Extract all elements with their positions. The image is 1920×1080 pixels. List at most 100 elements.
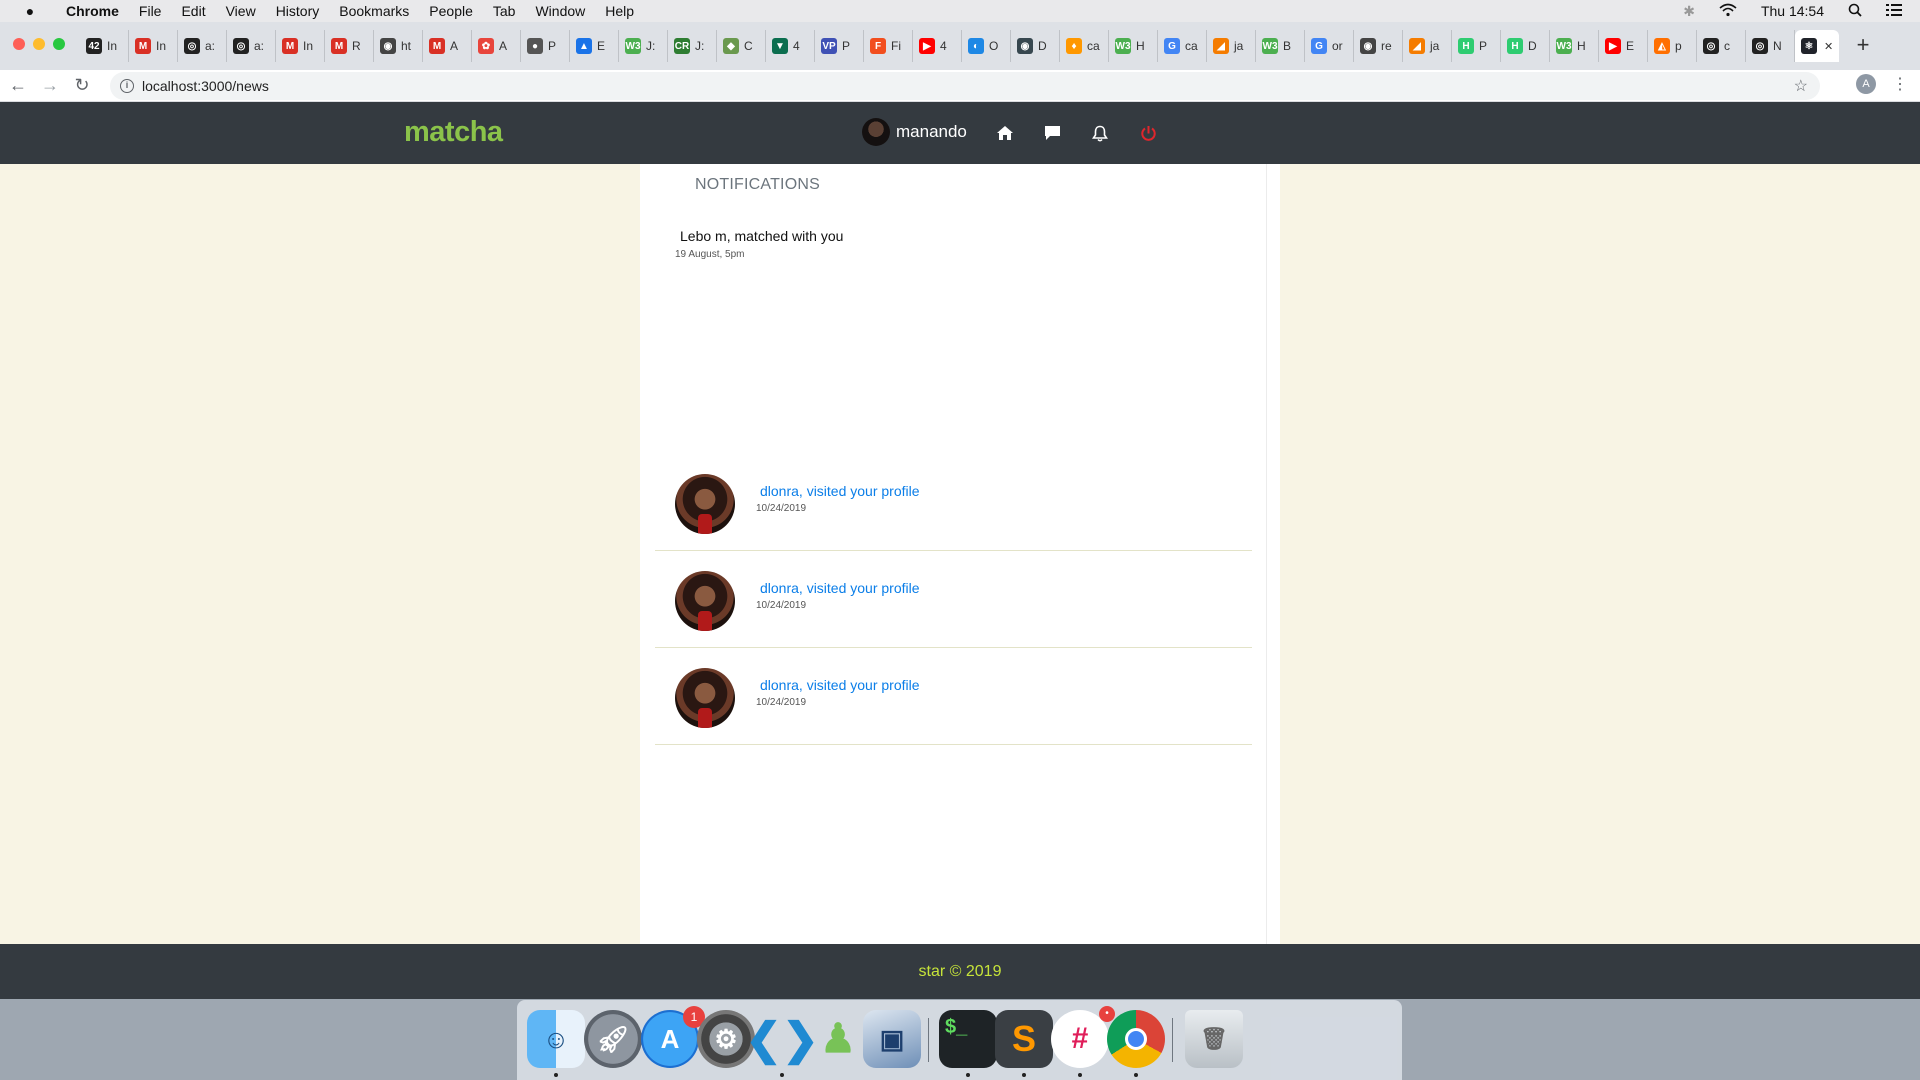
trash-icon[interactable]: 🗑︎ [1185,1010,1243,1068]
terminal-icon[interactable]: $_ [939,1010,997,1077]
power-icon[interactable] [1136,121,1160,145]
new-tab-button[interactable]: + [1848,30,1878,60]
browser-tab[interactable]: M In [129,30,178,62]
menu-bookmarks[interactable]: Bookmarks [339,3,409,19]
visitor-avatar[interactable] [675,668,735,728]
chat-icon[interactable] [1040,121,1064,145]
wifi-icon[interactable] [1719,3,1737,20]
menu-help[interactable]: Help [605,3,634,19]
bell-icon[interactable] [1088,121,1112,145]
spotlight-search-icon[interactable] [1848,3,1862,20]
home-icon[interactable] [993,121,1017,145]
browser-tab[interactable]: ▲ E [570,30,619,62]
visit-notification-link[interactable]: dlonra, visited your profile [760,677,920,693]
bluetooth-icon[interactable]: ✱ [1683,3,1695,20]
tab-favicon-icon: ✿ [478,38,494,54]
browser-tab[interactable]: ◐ O [962,30,1011,62]
tab-title: A [450,39,459,53]
visitor-avatar[interactable] [675,571,735,631]
browser-tab[interactable]: ◭ p [1648,30,1697,62]
site-info-icon[interactable]: i [120,79,134,93]
menu-window[interactable]: Window [535,3,585,19]
browser-tab[interactable]: ◉ ht [374,30,423,62]
visit-notification-link[interactable]: dlonra, visited your profile [760,483,920,499]
menu-edit[interactable]: Edit [181,3,205,19]
running-indicator [966,1073,970,1077]
browser-tab[interactable]: ◎ a: [227,30,276,62]
slack-icon[interactable]: # • [1051,1006,1115,1077]
tab-title: 4 [793,39,800,53]
browser-tab[interactable]: HP [1452,30,1501,62]
browser-tab[interactable]: ◉ re [1354,30,1403,62]
address-bar-url[interactable]: localhost:3000/news [142,78,269,94]
browser-tab[interactable]: ▼ 4 [766,30,815,62]
address-bar[interactable]: i localhost:3000/news ☆ [110,72,1820,100]
browser-tab[interactable]: W3 J: [619,30,668,62]
menubar-clock[interactable]: Thu 14:54 [1761,3,1824,19]
browser-tab[interactable]: VP P [815,30,864,62]
chrome-menu-icon[interactable]: ⋮ [1892,74,1908,94]
browser-tab[interactable]: ◉ D [1011,30,1060,62]
browser-tab[interactable]: ✿ A [472,30,521,62]
android-studio-icon[interactable]: ♟ [809,1010,867,1068]
browser-tab-active[interactable]: ⚛ ✕ [1795,30,1839,62]
menu-tab[interactable]: Tab [493,3,516,19]
browser-tab[interactable]: CR J: [668,30,717,62]
forward-arrow-icon[interactable]: → [36,75,64,96]
virtualbox-icon[interactable]: ▣ [863,1010,921,1068]
bookmark-star-icon[interactable]: ☆ [1794,76,1808,96]
sublime-text-icon[interactable]: S [995,1010,1053,1077]
browser-tab[interactable]: MR [325,30,374,62]
running-indicator [554,1073,558,1077]
site-logo[interactable]: matcha [404,116,503,149]
menu-file[interactable]: File [139,3,162,19]
browser-tab[interactable]: ◢ ja [1403,30,1452,62]
vscode-icon[interactable]: ❮❯ [745,1010,819,1077]
back-arrow-icon[interactable]: ← [4,75,32,96]
zoom-window-button[interactable] [53,38,65,50]
browser-tab[interactable]: W3 H [1109,30,1158,62]
tab-favicon-icon: ◎ [184,38,200,54]
match-notification-time: 19 August, 5pm [675,249,745,260]
tab-favicon-icon: W3 [1556,38,1572,54]
user-menu[interactable]: manando [862,118,967,146]
browser-tab[interactable]: ▶ 4 [913,30,962,62]
browser-tab[interactable]: ◎ a: [178,30,227,62]
browser-tab[interactable]: W3 B [1256,30,1305,62]
browser-tab[interactable]: ◎ N [1746,30,1795,62]
browser-tab[interactable]: 42 In [80,30,129,62]
app-store-icon[interactable]: A1 [641,1006,705,1068]
browser-tab[interactable]: ◎ c [1697,30,1746,62]
visit-notification-link[interactable]: dlonra, visited your profile [760,580,920,596]
reload-icon[interactable]: ↻ [68,75,96,96]
menu-app-name[interactable]: Chrome [66,3,119,19]
close-window-button[interactable] [13,38,25,50]
menu-view[interactable]: View [226,3,256,19]
visitor-avatar[interactable] [675,474,735,534]
minimize-window-button[interactable] [33,38,45,50]
tab-title: C [744,39,753,53]
launchpad-icon[interactable]: 🚀︎ [584,1010,642,1068]
browser-tab[interactable]: F Fi [864,30,913,62]
browser-tab[interactable]: ▶ E [1599,30,1648,62]
browser-tab[interactable]: HD [1501,30,1550,62]
browser-tab[interactable]: M In [276,30,325,62]
browser-tab[interactable]: ● P [521,30,570,62]
tab-title: ja [1430,39,1440,53]
close-tab-icon[interactable]: ✕ [1824,40,1833,53]
browser-tab[interactable]: Gor [1305,30,1354,62]
chrome-icon[interactable] [1107,1010,1165,1077]
apple-menu-icon[interactable]: ● [18,3,42,19]
finder-icon[interactable]: ☺ [527,1010,585,1077]
browser-tab[interactable]: ♦ ca [1060,30,1109,62]
browser-tab[interactable]: ◆ C [717,30,766,62]
browser-tab[interactable]: ◢ ja [1207,30,1256,62]
menu-people[interactable]: People [429,3,473,19]
chrome-profile-avatar[interactable]: A [1856,74,1876,94]
browser-tabs: 42 In M In ◎ a: ◎ a: M In M R ◉ ht M A ✿ A ● P ▲ E W3 J: CR J: ◆ C ▼… [80,30,1839,62]
notification-center-icon[interactable] [1886,3,1902,19]
browser-tab[interactable]: W3 H [1550,30,1599,62]
menu-history[interactable]: History [276,3,320,19]
browser-tab[interactable]: Gca [1158,30,1207,62]
browser-tab[interactable]: MA [423,30,472,62]
